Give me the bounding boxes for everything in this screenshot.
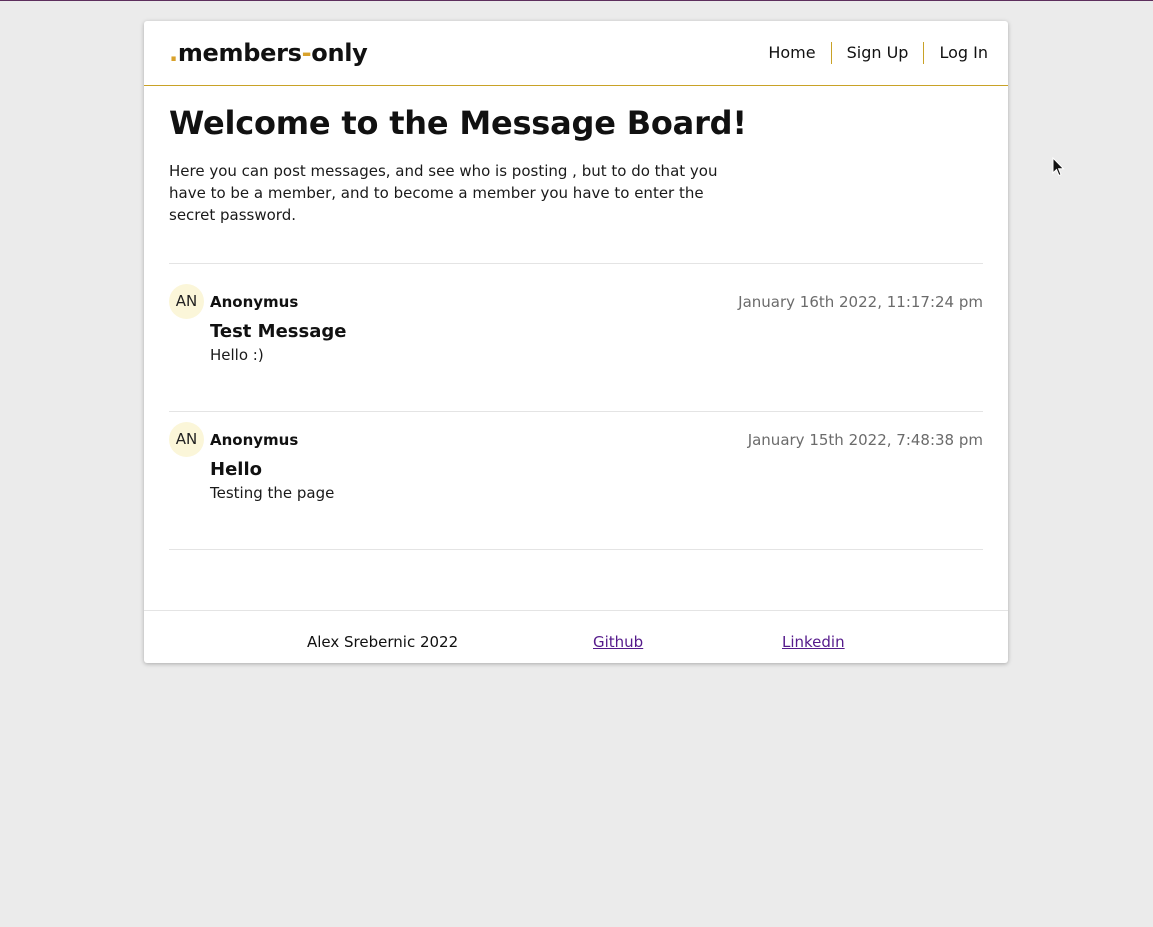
- divider: [169, 411, 983, 412]
- page-card: .members-only Home Sign Up Log In Welcom…: [144, 21, 1008, 663]
- avatar: AN: [169, 284, 204, 319]
- message-body: Testing the page: [210, 484, 335, 502]
- message-author: Anonymus: [210, 293, 299, 311]
- message-title: Hello: [210, 459, 262, 480]
- avatar: AN: [169, 422, 204, 457]
- page-title: Welcome to the Message Board!: [169, 104, 747, 142]
- message-timestamp: January 15th 2022, 7:48:38 pm: [747, 431, 983, 449]
- logo-word-only: only: [311, 39, 368, 67]
- intro-text: Here you can post messages, and see who …: [169, 162, 718, 224]
- mouse-pointer-icon: [1052, 157, 1065, 177]
- site-header: .members-only Home Sign Up Log In: [144, 21, 1008, 86]
- nav-login-link[interactable]: Log In: [923, 42, 988, 64]
- main-nav: Home Sign Up Log In: [753, 42, 988, 64]
- site-footer: Alex Srebernic 2022 Github Linkedin: [144, 610, 1008, 664]
- footer-copyright: Alex Srebernic 2022: [307, 633, 459, 651]
- message-item: AN Anonymus January 16th 2022, 11:17:24 …: [169, 284, 983, 384]
- site-logo[interactable]: .members-only: [169, 37, 368, 69]
- nav-home-link[interactable]: Home: [753, 42, 830, 64]
- github-link[interactable]: Github: [593, 632, 643, 652]
- message-timestamp: January 16th 2022, 11:17:24 pm: [738, 293, 983, 311]
- message-title: Test Message: [210, 321, 347, 342]
- logo-dot: .: [169, 39, 178, 67]
- message-item: AN Anonymus January 15th 2022, 7:48:38 p…: [169, 422, 983, 522]
- logo-word-members: members: [177, 39, 302, 67]
- nav-signup-link[interactable]: Sign Up: [830, 42, 924, 64]
- message-author: Anonymus: [210, 431, 299, 449]
- top-rule: [0, 0, 1153, 1]
- logo-dash: -: [301, 39, 312, 67]
- message-body: Hello :): [210, 346, 264, 364]
- divider: [169, 549, 983, 550]
- linkedin-link[interactable]: Linkedin: [782, 632, 845, 652]
- divider: [169, 263, 983, 264]
